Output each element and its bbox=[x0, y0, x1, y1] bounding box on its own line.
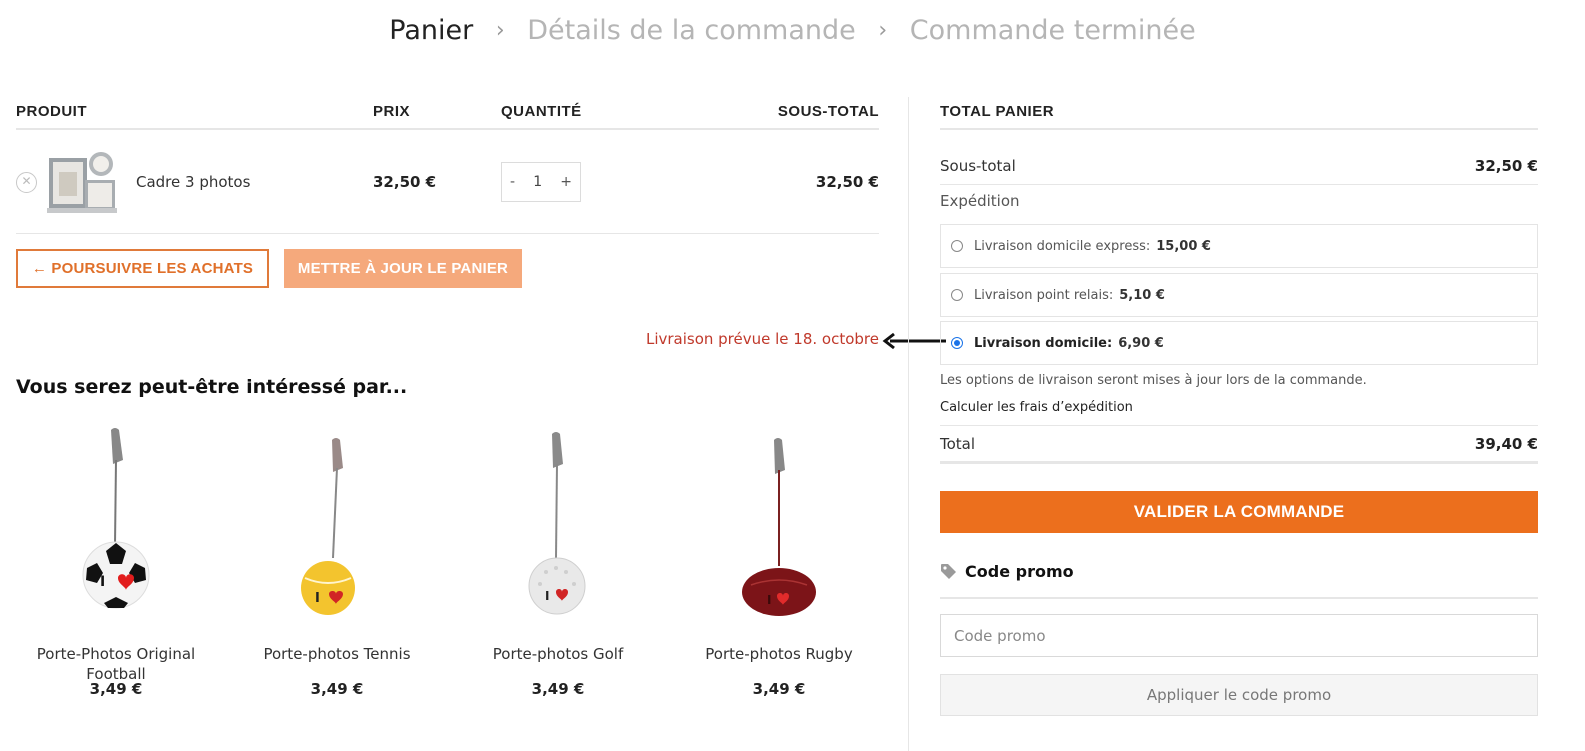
shipping-option-home[interactable]: Livraison domicile: 6,90 € bbox=[940, 321, 1538, 365]
product-price: 3,49 € bbox=[310, 680, 364, 698]
product-thumbnail[interactable] bbox=[47, 148, 117, 216]
shipping-label: Expédition bbox=[940, 192, 1020, 210]
shipping-option-price: 6,90 € bbox=[1118, 335, 1164, 351]
quantity-increase-button[interactable]: + bbox=[560, 174, 572, 190]
product-image-football[interactable]: I bbox=[16, 420, 216, 620]
continue-shopping-button[interactable]: ← POURSUIVRE LES ACHATS bbox=[16, 249, 269, 288]
arrow-left-icon bbox=[882, 332, 946, 350]
total-label: Total bbox=[940, 435, 976, 453]
column-divider bbox=[908, 97, 909, 751]
shipping-option-relay[interactable]: Livraison point relais: 5,10 € bbox=[940, 273, 1538, 317]
svg-text:I: I bbox=[100, 574, 105, 590]
quantity-stepper[interactable]: - 1 + bbox=[501, 162, 581, 202]
product-image-rugby[interactable]: I bbox=[679, 420, 879, 620]
total-value: 39,40 € bbox=[1474, 435, 1538, 453]
delivery-estimate: Livraison prévue le 18. octobre bbox=[645, 330, 879, 348]
tag-icon bbox=[941, 564, 956, 579]
shipping-option-price: 15,00 € bbox=[1156, 238, 1211, 254]
divider bbox=[940, 184, 1538, 185]
quantity-decrease-button[interactable]: - bbox=[510, 174, 515, 190]
shipping-note: Les options de livraison seront mises à … bbox=[940, 373, 1367, 388]
header-product: PRODUIT bbox=[16, 103, 87, 120]
product-price: 3,49 € bbox=[89, 680, 143, 698]
chevron-right-icon: › bbox=[878, 18, 888, 43]
chevron-right-icon: › bbox=[495, 18, 505, 43]
divider bbox=[940, 425, 1538, 426]
product-name[interactable]: Porte-photos Rugby bbox=[679, 644, 879, 664]
svg-text:I: I bbox=[545, 589, 549, 603]
update-cart-button[interactable]: METTRE À JOUR LE PANIER bbox=[284, 249, 522, 288]
product-image-tennis[interactable]: I bbox=[237, 420, 437, 620]
radio-button-selected[interactable] bbox=[951, 337, 963, 349]
divider bbox=[16, 233, 879, 234]
cart-item-subtotal: 32,50 € bbox=[815, 173, 879, 191]
divider bbox=[940, 597, 1538, 599]
header-quantity: QUANTITÉ bbox=[501, 103, 582, 120]
subtotal-value: 32,50 € bbox=[1474, 157, 1538, 175]
breadcrumb-order-complete: Commande terminée bbox=[909, 15, 1196, 46]
divider bbox=[940, 128, 1538, 130]
product-image-golf[interactable]: I bbox=[458, 420, 658, 620]
header-price: PRIX bbox=[373, 103, 411, 120]
product-name[interactable]: Porte-photos Tennis bbox=[237, 644, 437, 664]
cart-item-price: 32,50 € bbox=[373, 173, 437, 191]
radio-button[interactable] bbox=[951, 289, 963, 301]
cart-totals-title: TOTAL PANIER bbox=[940, 103, 1055, 120]
product-price: 3,49 € bbox=[752, 680, 806, 698]
shipping-option-label: Livraison domicile express: bbox=[974, 238, 1151, 254]
cart-item-name[interactable]: Cadre 3 photos bbox=[136, 173, 250, 191]
close-icon: ✕ bbox=[21, 174, 32, 188]
quantity-value[interactable]: 1 bbox=[533, 174, 542, 190]
product-card-football[interactable]: I Porte-Photos Original Football 3,49 € bbox=[16, 420, 216, 698]
promo-heading-label: Code promo bbox=[965, 562, 1074, 581]
subtotal-label: Sous-total bbox=[940, 157, 1016, 175]
breadcrumb: Panier › Détails de la commande › Comman… bbox=[0, 14, 1585, 46]
suggestions-title: Vous serez peut-être intéressé par... bbox=[16, 376, 408, 398]
svg-text:I: I bbox=[767, 593, 771, 607]
shipping-option-price: 5,10 € bbox=[1119, 287, 1165, 303]
header-subtotal: SOUS-TOTAL bbox=[777, 103, 879, 120]
promo-code-input[interactable] bbox=[940, 614, 1538, 657]
product-price: 3,49 € bbox=[531, 680, 585, 698]
product-card-golf[interactable]: I Porte-photos Golf 3,49 € bbox=[458, 420, 658, 698]
product-card-tennis[interactable]: I Porte-photos Tennis 3,49 € bbox=[237, 420, 437, 698]
divider bbox=[16, 128, 879, 130]
apply-promo-button[interactable]: Appliquer le code promo bbox=[940, 674, 1538, 716]
divider bbox=[940, 461, 1538, 464]
promo-heading: Code promo bbox=[940, 562, 1074, 581]
shipping-option-express[interactable]: Livraison domicile express: 15,00 € bbox=[940, 224, 1538, 268]
product-card-rugby[interactable]: I Porte-photos Rugby 3,49 € bbox=[679, 420, 879, 698]
product-name[interactable]: Porte-photos Golf bbox=[458, 644, 658, 664]
breadcrumb-order-details[interactable]: Détails de la commande bbox=[527, 15, 856, 46]
shipping-option-label: Livraison domicile: bbox=[974, 335, 1113, 351]
breadcrumb-cart[interactable]: Panier bbox=[389, 15, 473, 46]
shipping-option-label: Livraison point relais: bbox=[974, 287, 1114, 303]
remove-item-button[interactable]: ✕ bbox=[16, 172, 37, 193]
svg-text:I: I bbox=[315, 591, 320, 606]
checkout-button[interactable]: VALIDER LA COMMANDE bbox=[940, 491, 1538, 533]
calculate-shipping-link[interactable]: Calculer les frais d’expédition bbox=[940, 400, 1133, 415]
radio-button[interactable] bbox=[951, 240, 963, 252]
product-name[interactable]: Porte-Photos Original Football bbox=[16, 644, 216, 684]
